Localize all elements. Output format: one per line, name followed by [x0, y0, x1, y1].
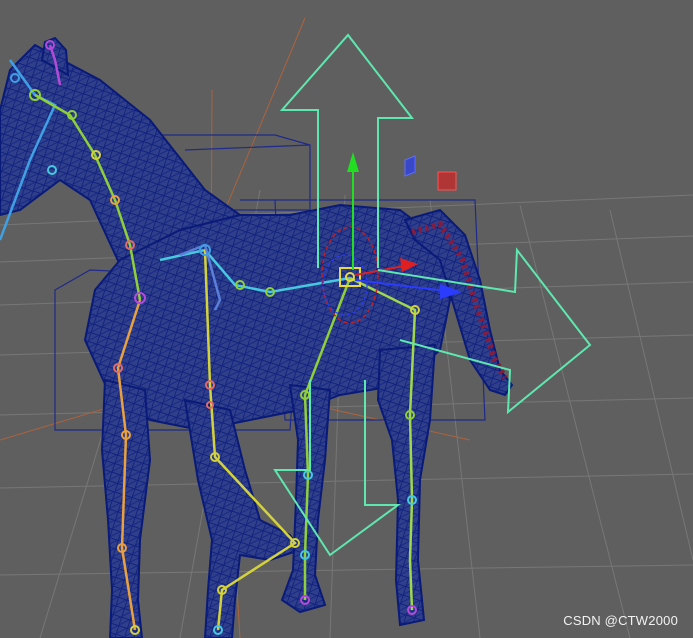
maya-viewport[interactable]: CSDN @CTW2000 — [0, 0, 693, 638]
viewport-scene[interactable] — [0, 0, 693, 638]
xy-plane-handle[interactable] — [437, 171, 457, 191]
horse-hind-leg-right-mesh — [376, 343, 437, 627]
y-axis-arrow-icon[interactable] — [347, 152, 359, 172]
horse-front-leg-right-mesh — [183, 398, 302, 638]
yz-plane-handle[interactable] — [404, 155, 416, 177]
horse-front-leg-left-mesh — [100, 378, 152, 638]
watermark-text: CSDN @CTW2000 — [563, 613, 678, 628]
